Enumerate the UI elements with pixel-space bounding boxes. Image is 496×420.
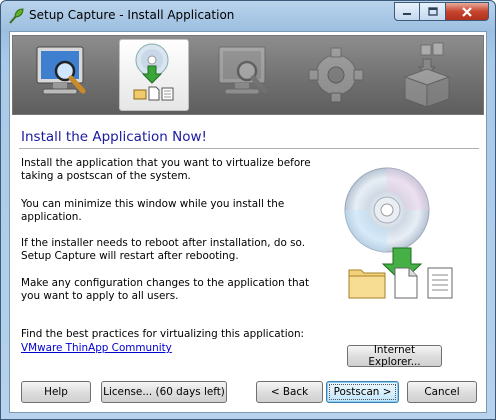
postscan-button[interactable]: Postscan > [326,381,399,403]
text-file-icon [427,267,453,299]
instruction-reboot: If the installer needs to reboot after i… [21,237,305,262]
step-postscan [209,39,279,111]
title-bar[interactable]: Setup Capture - Install Application [1,1,495,31]
minimize-icon [403,12,411,15]
thinapp-community-link[interactable]: VMware ThinApp Community [21,342,172,354]
folder-icon [348,269,386,299]
maximize-button[interactable] [420,2,446,21]
thinapp-leaf-icon [9,8,24,24]
gear-icon [308,47,364,103]
instruction-minimize: You can minimize this window while you i… [21,198,285,223]
step-install [119,39,189,111]
instruction-configure: Make any configuration changes to the ap… [21,277,310,302]
install-disc-icon [133,43,174,101]
monitor-magnifier-icon [36,46,86,95]
page-title: Install the Application Now! [21,129,207,145]
close-icon [462,6,472,17]
license-button[interactable]: License... (60 days left) [101,381,227,403]
internet-explorer-button[interactable]: Internet Explorer... [347,344,442,368]
step-configure [301,39,371,111]
back-button[interactable]: < Back [256,381,323,403]
install-disc-illustration [344,167,453,299]
maximize-icon [427,7,438,16]
help-button[interactable]: Help [21,381,91,403]
postscan-label: Postscan > [328,384,397,400]
minimize-button[interactable] [394,2,420,21]
document-icon [394,267,418,299]
instruction-install: Install the application that you want to… [21,157,311,182]
divider [19,148,479,149]
monitor-scan-icon [218,46,268,95]
wizard-client-area: Install the Application Now! Install the… [9,31,487,413]
cancel-button[interactable]: Cancel [407,381,477,403]
window-title: Setup Capture - Install Application [29,8,235,22]
best-practices-text: Find the best practices for virtualizing… [21,328,305,340]
step-build [391,39,461,111]
close-button[interactable] [446,2,489,21]
step-prescan [27,39,97,111]
step-banner [12,35,484,115]
setup-capture-window: Setup Capture - Install Application Inst… [0,0,496,420]
package-box-icon [403,42,451,108]
